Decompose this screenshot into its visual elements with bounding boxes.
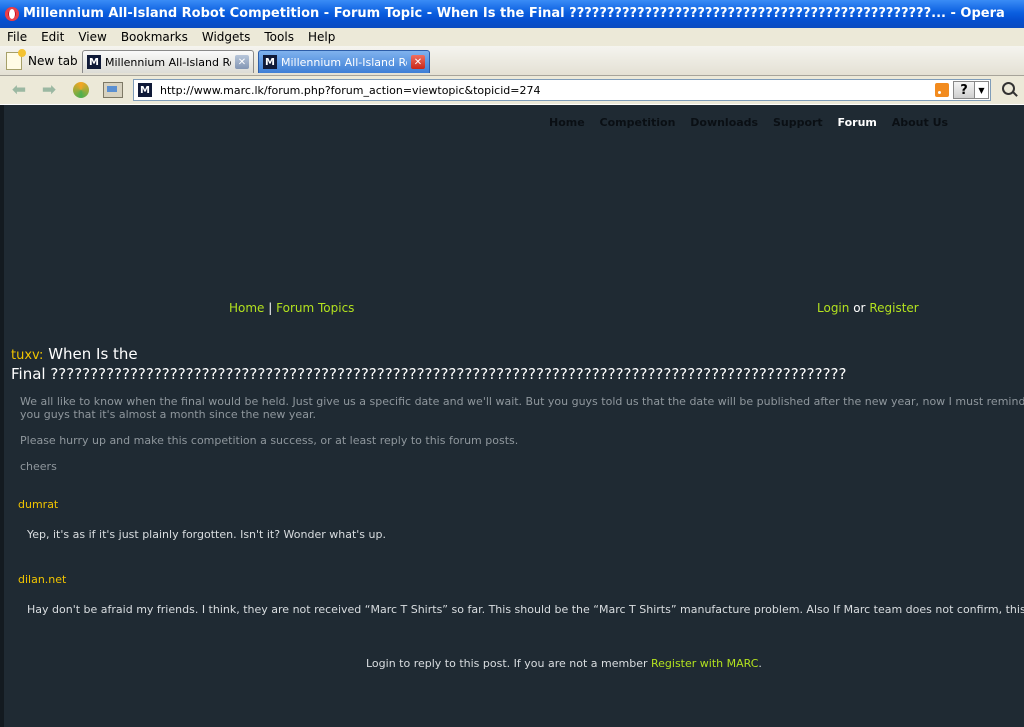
breadcrumb-forum-topics-link[interactable]: Forum Topics <box>276 301 354 315</box>
nav-forum[interactable]: Forum <box>838 116 877 129</box>
topic-body-signoff: cheers <box>20 460 57 473</box>
reload-icon <box>73 82 89 98</box>
topic-body-paragraph: We all like to know when the final would… <box>20 395 1024 421</box>
search-button[interactable] <box>1000 81 1020 99</box>
topic-title: tuxv: When Is the Final ????????????????… <box>11 345 1024 383</box>
reply-author[interactable]: dilan.net <box>18 573 66 586</box>
menu-bar: File Edit View Bookmarks Widgets Tools H… <box>0 28 1024 46</box>
reload-button[interactable] <box>70 80 92 100</box>
window-title: Millennium All-Island Robot Competition … <box>23 6 1005 21</box>
nav-support[interactable]: Support <box>773 116 823 129</box>
topic-author[interactable]: tuxv: <box>11 348 43 363</box>
close-tab-icon[interactable]: ✕ <box>235 55 249 69</box>
nav-about-us[interactable]: About Us <box>892 116 948 129</box>
nav-downloads[interactable]: Downloads <box>690 116 758 129</box>
reply-prompt: Login to reply to this post. If you are … <box>366 657 762 670</box>
url-field[interactable]: M http://www.marc.lk/forum.php?forum_act… <box>133 79 991 101</box>
tab-label: Millennium All-Island Rob… <box>105 55 231 69</box>
topic-title-line2: Final ??????????????????????????????????… <box>11 365 847 383</box>
breadcrumb-separator: | <box>268 301 273 315</box>
new-tab-label: New tab <box>28 54 78 68</box>
site-favicon-icon: M <box>263 55 277 69</box>
menu-widgets[interactable]: Widgets <box>195 28 258 46</box>
back-button[interactable]: ⬅ <box>8 80 30 100</box>
rss-feed-icon[interactable] <box>935 83 949 97</box>
menu-file[interactable]: File <box>0 28 34 46</box>
web-page: Home Competition Downloads Support Forum… <box>0 105 1024 727</box>
register-link[interactable]: Register <box>869 301 918 315</box>
browser-tab[interactable]: M Millennium All-Island Rob… ✕ <box>82 50 254 73</box>
url-text[interactable]: http://www.marc.lk/forum.php?forum_actio… <box>160 84 935 97</box>
site-nav: Home Competition Downloads Support Forum… <box>549 116 959 129</box>
breadcrumb-home-link[interactable]: Home <box>229 301 264 315</box>
reply-prompt-text: Login to reply to this post. If you are … <box>366 657 648 670</box>
new-tab-button[interactable]: New tab <box>6 49 78 71</box>
nav-home[interactable]: Home <box>549 116 585 129</box>
reply-author[interactable]: dumrat <box>18 498 58 511</box>
site-favicon-icon: M <box>138 83 152 97</box>
home-button[interactable] <box>102 80 124 100</box>
home-picture-icon <box>103 82 123 98</box>
arrow-right-icon: ➡ <box>41 80 57 100</box>
auth-or-text: or <box>853 301 866 315</box>
opera-logo-icon <box>5 7 19 21</box>
tab-bar: New tab M Millennium All-Island Rob… ✕ M… <box>0 46 1024 76</box>
address-toolbar: ⬅ ➡ M http://www.marc.lk/forum.php?forum… <box>0 76 1024 104</box>
register-with-marc-link[interactable]: Register with MARC <box>651 657 758 670</box>
help-button[interactable]: ? <box>953 81 975 99</box>
close-tab-icon[interactable]: ✕ <box>411 55 425 69</box>
window-titlebar: Millennium All-Island Robot Competition … <box>0 0 1024 28</box>
breadcrumb: Home | Forum Topics <box>229 301 354 315</box>
forward-button[interactable]: ➡ <box>38 80 60 100</box>
nav-competition[interactable]: Competition <box>600 116 676 129</box>
arrow-left-icon: ⬅ <box>11 80 27 100</box>
site-favicon-icon: M <box>87 55 101 69</box>
reply-text: Hay don't be afraid my friends. I think,… <box>27 603 1024 616</box>
reply-prompt-end: . <box>758 657 762 670</box>
browser-tab-active[interactable]: M Millennium All-Island Rob… ✕ <box>258 50 430 73</box>
menu-edit[interactable]: Edit <box>34 28 71 46</box>
menu-help[interactable]: Help <box>301 28 342 46</box>
menu-tools[interactable]: Tools <box>257 28 301 46</box>
auth-links: Login or Register <box>817 301 919 315</box>
login-link[interactable]: Login <box>817 301 849 315</box>
menu-view[interactable]: View <box>71 28 113 46</box>
menu-bookmarks[interactable]: Bookmarks <box>114 28 195 46</box>
topic-body-paragraph: Please hurry up and make this competitio… <box>20 434 519 447</box>
chevron-down-icon[interactable]: ▼ <box>975 81 989 99</box>
tab-label: Millennium All-Island Rob… <box>281 55 407 69</box>
search-icon <box>1001 81 1015 95</box>
new-tab-icon <box>6 49 26 70</box>
reply-text: Yep, it's as if it's just plainly forgot… <box>27 528 386 541</box>
topic-title-line1: When Is the <box>48 345 138 363</box>
